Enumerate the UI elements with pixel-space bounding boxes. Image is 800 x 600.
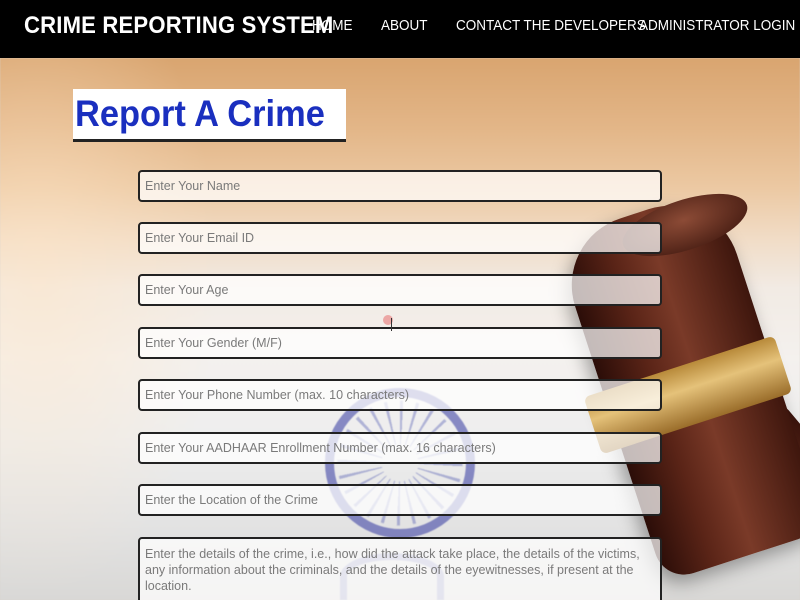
top-navbar: CRIME REPORTING SYSTEM HOME ABOUT CONTAC… — [0, 0, 800, 58]
aadhaar-input[interactable] — [140, 434, 660, 462]
age-field-box — [138, 274, 662, 306]
nav-administrator-login-link[interactable]: ADMINISTRATOR LOGIN — [639, 17, 795, 34]
nav-home-link[interactable]: HOME — [312, 17, 353, 34]
page-title: Report A Crime — [73, 89, 346, 142]
nav-contact-developers-link[interactable]: CONTACT THE DEVELOPERS — [456, 17, 646, 34]
name-input[interactable] — [140, 172, 660, 200]
crime-details-textarea[interactable] — [140, 539, 660, 600]
nav-about-link[interactable]: ABOUT — [381, 17, 428, 34]
email-field-box — [138, 222, 662, 254]
gender-input[interactable] — [140, 329, 660, 357]
location-field-box — [138, 484, 662, 516]
details-field-box — [138, 537, 662, 600]
email-input[interactable] — [140, 224, 660, 252]
page-title-text: Report A Crime — [75, 93, 325, 134]
phone-input[interactable] — [140, 381, 660, 409]
location-input[interactable] — [140, 486, 660, 514]
phone-field-box — [138, 379, 662, 411]
name-field-box — [138, 170, 662, 202]
text-cursor-icon — [391, 318, 392, 331]
gender-field-box — [138, 327, 662, 359]
aadhaar-field-box — [138, 432, 662, 464]
age-input[interactable] — [140, 276, 660, 304]
brand-title[interactable]: CRIME REPORTING SYSTEM — [24, 12, 334, 40]
